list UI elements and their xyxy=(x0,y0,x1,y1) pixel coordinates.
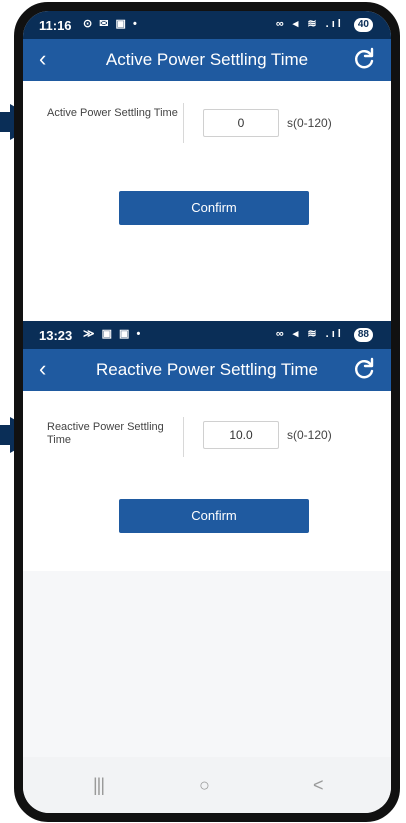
settings-panel-bottom: Reactive Power Settling Time 10.0 s(0-12… xyxy=(23,391,391,761)
battery-icon: 88 xyxy=(353,328,373,342)
range-hint: s(0-120) xyxy=(287,428,332,442)
settings-panel-top: Active Power Settling Time 0 s(0-120) Co… xyxy=(23,81,391,321)
confirm-button[interactable]: Confirm xyxy=(119,191,309,225)
page-title: Reactive Power Settling Time xyxy=(95,360,319,379)
status-time: 11:16 xyxy=(39,18,72,33)
system-nav-bar: ||| ○ < xyxy=(23,757,391,813)
status-bar-bottom: 13:23 ≫ ▣ ▣ • ∞ ◂ ≋ .ıl 88 xyxy=(23,321,391,349)
active-power-settling-time-input[interactable]: 0 xyxy=(203,109,279,137)
screenshot-canvas: 11:16 ⊙ ✉ ▣ • ∞ ◂ ≋ .ıl 40 ‹ Active Powe… xyxy=(0,0,406,823)
home-icon[interactable]: ○ xyxy=(199,775,210,796)
confirm-button[interactable]: Confirm xyxy=(119,499,309,533)
signal-icons: ∞ ◂ ≋ .ıl xyxy=(275,18,344,30)
recents-icon[interactable]: ||| xyxy=(93,775,105,796)
battery-icon: 40 xyxy=(353,18,373,32)
settings-card xyxy=(23,391,391,571)
system-icons: ∞ ◂ ≋ .ıl 40 xyxy=(276,17,373,32)
app-header-bottom: ‹ Reactive Power Settling Time xyxy=(23,349,391,391)
page-title: Active Power Settling Time xyxy=(105,50,309,69)
app-header-top: ‹ Active Power Settling Time xyxy=(23,39,391,81)
back-icon[interactable]: < xyxy=(313,775,324,796)
range-hint: s(0-120) xyxy=(287,116,332,130)
field-divider xyxy=(183,103,184,143)
phone-frame: 11:16 ⊙ ✉ ▣ • ∞ ◂ ≋ .ıl 40 ‹ Active Powe… xyxy=(14,2,400,822)
phone-screen: 11:16 ⊙ ✉ ▣ • ∞ ◂ ≋ .ıl 40 ‹ Active Powe… xyxy=(23,11,391,813)
status-bar-top: 11:16 ⊙ ✉ ▣ • ∞ ◂ ≋ .ıl 40 xyxy=(23,11,391,39)
refresh-icon[interactable] xyxy=(351,356,377,382)
field-divider xyxy=(183,417,184,457)
reactive-power-settling-time-input[interactable]: 10.0 xyxy=(203,421,279,449)
field-label: Reactive Power Settling Time xyxy=(47,421,164,446)
status-time: 13:23 xyxy=(39,328,73,343)
refresh-icon[interactable] xyxy=(351,46,377,72)
signal-icons: ∞ ◂ ≋ .ıl xyxy=(275,328,344,340)
notification-icons: ≫ ▣ ▣ • xyxy=(83,328,143,340)
system-icons: ∞ ◂ ≋ .ıl 88 xyxy=(276,327,373,342)
notification-icons: ⊙ ✉ ▣ • xyxy=(83,18,139,30)
field-label: Active Power Settling Time xyxy=(47,107,178,119)
